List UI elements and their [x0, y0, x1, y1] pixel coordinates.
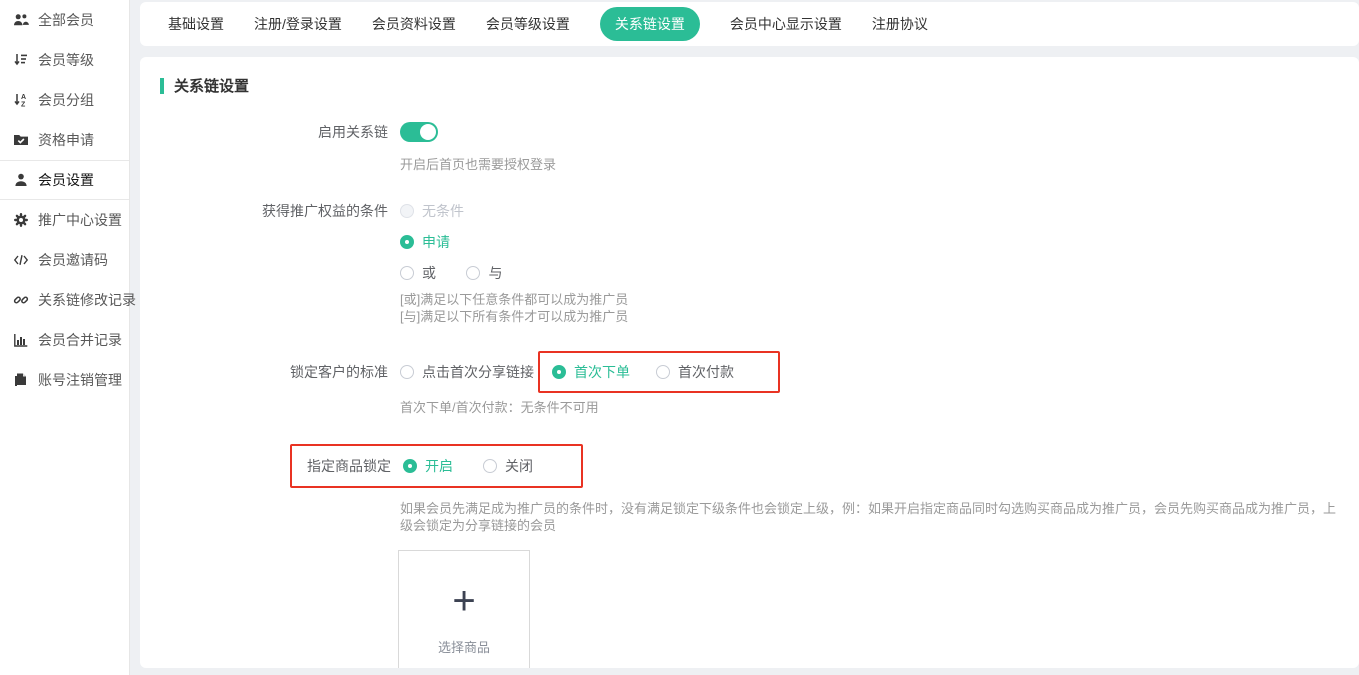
radio-label: 首次付款	[678, 362, 734, 382]
radio-or[interactable]: 或	[400, 263, 436, 283]
sidebar-item-invite-code[interactable]: 会员邀请码	[0, 240, 129, 280]
radio-and[interactable]: 与	[466, 263, 502, 283]
sidebar-item-all-members[interactable]: 全部会员	[0, 0, 129, 40]
radio-dot	[403, 459, 417, 473]
sidebar-item-member-group[interactable]: AZ 会员分组	[0, 80, 129, 120]
sidebar-item-label: 全部会员	[38, 10, 94, 30]
svg-text:A: A	[21, 94, 26, 101]
tab-relationship-chain[interactable]: 关系链设置	[600, 7, 700, 41]
row-lock-standard: 锁定客户的标准 点击首次分享链接 首次下单 首次付款	[160, 351, 1339, 393]
product-lock-label: 指定商品锁定	[307, 456, 391, 476]
sidebar-item-label: 会员等级	[38, 50, 94, 70]
sidebar-item-label: 会员邀请码	[38, 250, 108, 270]
tab-register-login[interactable]: 注册/登录设置	[254, 14, 342, 34]
lock-standard-label: 锁定客户的标准	[160, 362, 388, 382]
radio-dot	[400, 204, 414, 218]
code-icon	[13, 252, 29, 268]
sidebar-item-qualification[interactable]: 资格申请	[0, 120, 129, 160]
users-icon	[13, 12, 29, 28]
condition-and-helper: [与]满足以下所有条件才可以成为推广员	[400, 308, 628, 325]
enable-chain-helper: 开启后首页也需要授权登录	[400, 156, 556, 173]
tab-member-center-display[interactable]: 会员中心显示设置	[730, 14, 842, 34]
select-product-button[interactable]: + 选择商品	[398, 550, 530, 668]
tab-member-level[interactable]: 会员等级设置	[486, 14, 570, 34]
radio-dot	[483, 459, 497, 473]
radio-apply[interactable]: 申请	[400, 232, 450, 252]
sidebar-item-label: 关系链修改记录	[38, 290, 136, 310]
radio-label: 与	[488, 263, 502, 283]
select-product-label: 选择商品	[438, 637, 490, 656]
tab-member-profile[interactable]: 会员资料设置	[372, 14, 456, 34]
sidebar-item-label: 推广中心设置	[38, 210, 122, 230]
sidebar-item-label: 资格申请	[38, 130, 94, 150]
annotation-red-box: 指定商品锁定 开启 关闭	[290, 444, 583, 488]
radio-dot	[656, 365, 670, 379]
tab-basic-settings[interactable]: 基础设置	[168, 14, 224, 34]
radio-label: 无条件	[422, 201, 464, 221]
sidebar-item-member-settings[interactable]: 会员设置	[0, 160, 129, 200]
radio-label: 首次下单	[574, 362, 630, 382]
radio-dot	[466, 266, 480, 280]
sort-amount-icon	[13, 52, 29, 68]
radio-no-condition[interactable]: 无条件	[400, 201, 464, 221]
sort-alpha-icon: AZ	[13, 92, 29, 108]
section-title: 关系链设置	[160, 75, 1339, 96]
radio-first-order[interactable]: 首次下单	[552, 362, 630, 382]
chart-icon	[13, 332, 29, 348]
link-icon	[13, 292, 29, 308]
enable-chain-toggle[interactable]	[400, 122, 438, 142]
sidebar-item-promotion-center[interactable]: 推广中心设置	[0, 200, 129, 240]
section-title-text: 关系链设置	[174, 75, 249, 96]
promotion-condition-label: 获得推广权益的条件	[160, 201, 388, 221]
condition-or-helper: [或]满足以下任意条件都可以成为推广员	[400, 291, 628, 308]
sidebar-item-label: 会员设置	[38, 170, 94, 190]
svg-text:Z: Z	[21, 102, 26, 109]
radio-label: 关闭	[505, 456, 533, 476]
title-accent-bar	[160, 78, 164, 94]
radio-dot	[400, 266, 414, 280]
sidebar-item-label: 会员合并记录	[38, 330, 122, 350]
folder-check-icon	[13, 132, 29, 148]
sidebar-item-label: 账号注销管理	[38, 370, 122, 390]
radio-dot	[400, 235, 414, 249]
relationship-chain-settings-panel: 关系链设置 启用关系链 开启后首页也需要授权登录 获得推广权益的条件 无条件	[140, 57, 1359, 668]
radio-product-lock-on[interactable]: 开启	[403, 456, 453, 476]
gear-icon	[13, 212, 29, 228]
radio-label: 或	[422, 263, 436, 283]
plus-icon: +	[452, 581, 475, 621]
radio-dot	[552, 365, 566, 379]
row-enable-chain: 启用关系链 开启后首页也需要授权登录	[160, 122, 1339, 173]
tab-register-agreement[interactable]: 注册协议	[872, 14, 928, 34]
radio-first-share-click[interactable]: 点击首次分享链接	[400, 362, 534, 382]
radio-label: 点击首次分享链接	[422, 362, 534, 382]
sidebar-item-merge-log[interactable]: 会员合并记录	[0, 320, 129, 360]
row-product-lock: 指定商品锁定 开启 关闭	[160, 444, 1339, 488]
lock-standard-helper: 首次下单/首次付款：无条件不可用	[400, 399, 1339, 416]
radio-label: 申请	[422, 232, 450, 252]
toggle-knob	[420, 124, 436, 140]
annotation-red-box: 首次下单 首次付款	[538, 351, 780, 393]
radio-first-payment[interactable]: 首次付款	[656, 362, 734, 382]
radio-dot	[400, 365, 414, 379]
sidebar-item-member-level[interactable]: 会员等级	[0, 40, 129, 80]
sidebar-item-label: 会员分组	[38, 90, 94, 110]
file-icon	[13, 372, 29, 388]
settings-tabbar: 基础设置 注册/登录设置 会员资料设置 会员等级设置 关系链设置 会员中心显示设…	[140, 2, 1359, 46]
sidebar-item-chain-log[interactable]: 关系链修改记录	[0, 280, 129, 320]
row-promotion-condition: 获得推广权益的条件 无条件 申请 或	[160, 201, 1339, 325]
sidebar-item-account-cancel[interactable]: 账号注销管理	[0, 360, 129, 400]
radio-product-lock-off[interactable]: 关闭	[483, 456, 533, 476]
radio-label: 开启	[425, 456, 453, 476]
user-icon	[13, 172, 29, 188]
product-lock-description: 如果会员先满足成为推广员的条件时，没有满足锁定下级条件也会锁定上级，例：如果开启…	[400, 500, 1339, 534]
sidebar: 全部会员 会员等级 AZ 会员分组 资格申请 会员设置 推广中心设置 会员邀请码…	[0, 0, 130, 675]
enable-chain-label: 启用关系链	[160, 122, 388, 142]
